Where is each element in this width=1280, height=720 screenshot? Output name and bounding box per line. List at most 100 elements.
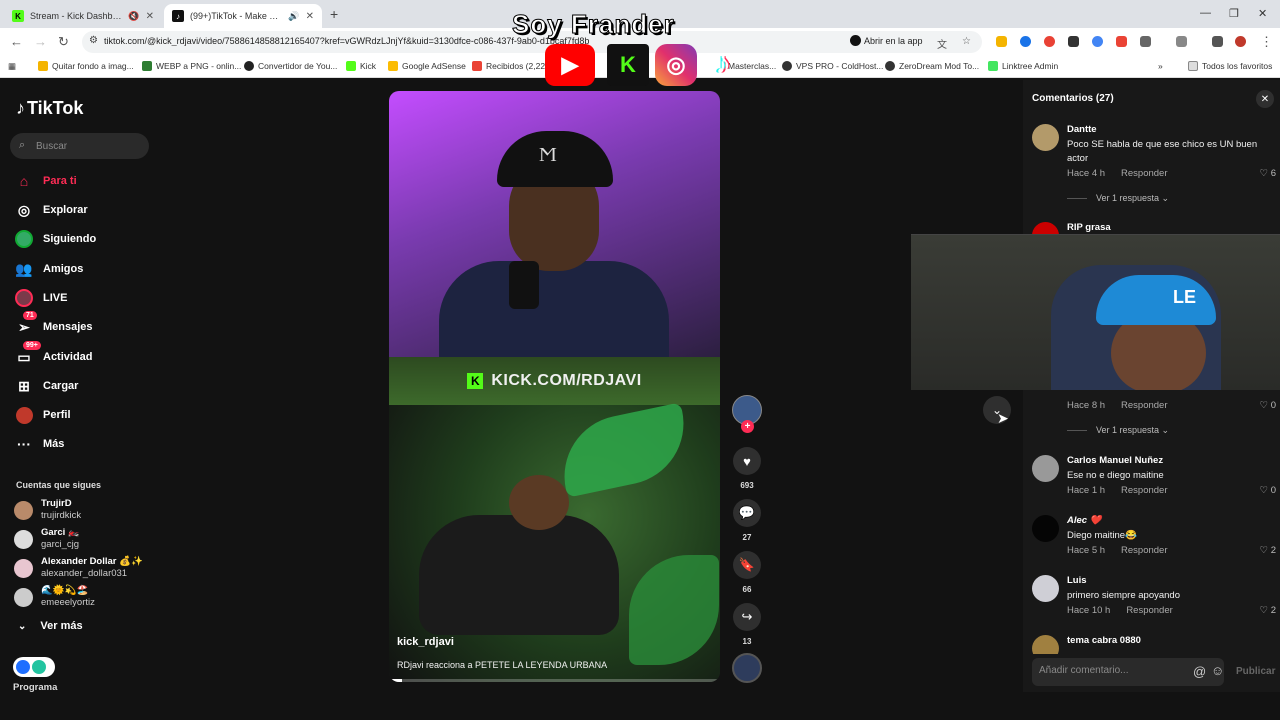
comment-input[interactable] (1039, 665, 1179, 676)
comment-author[interactable]: RIP grasa (1067, 222, 1111, 233)
extensions-puzzle-icon[interactable] (1140, 36, 1151, 47)
comment-author[interactable]: Carlos Manuel Nuñez (1067, 455, 1163, 466)
music-disc[interactable] (732, 653, 762, 683)
nav-mas[interactable]: ··· Más (14, 433, 64, 455)
nav-actividad[interactable]: ▭ 99+ Actividad (14, 341, 93, 368)
bookmark-item[interactable]: Convertidor de You... (244, 61, 337, 71)
extension-icon[interactable] (1068, 36, 1079, 47)
forward-icon[interactable]: → (34, 34, 47, 49)
reply-button[interactable]: Responder (1121, 168, 1167, 179)
avatar[interactable] (1032, 124, 1059, 151)
reply-button[interactable]: Responder (1121, 545, 1167, 556)
reload-icon[interactable]: ↻ (58, 34, 69, 50)
close-icon[interactable]: ✕ (1256, 90, 1274, 108)
view-replies-button[interactable]: Ver 1 respuesta ⌄ (1067, 193, 1169, 204)
video-progress-bar[interactable] (389, 679, 720, 682)
nav-amigos[interactable]: 👥 Amigos (14, 258, 83, 280)
bookmark-item[interactable]: Kick (346, 61, 376, 71)
tab-kick-dashboard[interactable]: K Stream - Kick Dashboard 🔇 ✕ (4, 4, 162, 28)
reply-button[interactable]: Responder (1126, 605, 1172, 616)
comment-like-button[interactable]: ♡ 6 (1260, 168, 1276, 179)
nav-cargar[interactable]: ⊞ Cargar (14, 375, 78, 397)
tiktok-logo[interactable]: ♪ TikTok (16, 98, 83, 119)
comment-text: primero siempre apoyando (1067, 590, 1181, 601)
comment-author[interactable]: Alec ❤️ (1067, 515, 1102, 526)
apps-icon[interactable]: ▦ (8, 61, 16, 72)
nav-explorar[interactable]: ◎ Explorar (14, 199, 88, 221)
like-button[interactable]: ♥ (733, 447, 761, 475)
site-info-icon[interactable]: ⚙ (89, 35, 98, 46)
reply-button[interactable]: Responder (1121, 485, 1167, 496)
bookmark-star-icon[interactable]: ☆ (962, 36, 971, 47)
close-window-button[interactable]: ✕ (1258, 7, 1267, 20)
video-player[interactable]: Ϻ K KICK.COM/RDJAVI kick_rdjavi RDjavi r… (389, 91, 720, 682)
minimize-button[interactable]: — (1200, 7, 1211, 19)
audio-icon[interactable]: 🔊 (288, 11, 299, 22)
avatar[interactable] (1032, 575, 1059, 602)
mention-icon[interactable]: @ (1193, 664, 1206, 679)
restore-button[interactable]: ❐ (1229, 7, 1239, 20)
avatar (14, 559, 33, 578)
comment-author[interactable]: Luis (1067, 575, 1087, 586)
open-in-app-button[interactable]: Abrir en la app (850, 35, 923, 46)
comment-author[interactable]: tema cabra 0880 (1067, 635, 1141, 646)
follow-plus-button[interactable]: + (741, 420, 754, 433)
comment-item: Alec ❤️ Diego maitine😂 Hace 5 h Responder… (1032, 515, 1276, 565)
program-label[interactable]: Programa (13, 682, 57, 693)
extension-icon[interactable] (1044, 36, 1055, 47)
nav-para-ti[interactable]: ⌂ Para ti (14, 170, 77, 192)
menu-icon[interactable]: ⋮ (1260, 34, 1273, 50)
nav-siguiendo[interactable]: Siguiendo (14, 228, 96, 250)
avatar[interactable] (1032, 515, 1059, 542)
bookmark-item[interactable]: ZeroDream Mod To... (885, 61, 979, 71)
back-icon[interactable]: ← (10, 34, 23, 49)
tab-tiktok[interactable]: ♪ (99+)TikTok - Make Your Da 🔊 ✕ (164, 4, 322, 28)
close-tab-icon[interactable]: ✕ (306, 11, 314, 22)
save-button[interactable]: 🔖 (733, 551, 761, 579)
comment-author[interactable]: Dantte (1067, 124, 1097, 135)
nav-perfil[interactable]: Perfil (14, 404, 71, 426)
program-pill[interactable] (13, 657, 55, 677)
adblock-icon[interactable] (1116, 36, 1127, 47)
search-box[interactable]: ⌕ (10, 133, 149, 159)
close-tab-icon[interactable]: ✕ (146, 11, 154, 22)
nav-live[interactable]: LIVE (14, 287, 67, 309)
bookmark-item[interactable]: VPS PRO - ColdHost... (782, 61, 883, 71)
post-comment-button[interactable]: Publicar (1236, 666, 1275, 677)
nav-label: Perfil (43, 409, 71, 421)
cast-icon[interactable] (1176, 36, 1187, 47)
video-author[interactable]: kick_rdjavi (397, 636, 454, 648)
bookmark-item[interactable]: Google AdSense (388, 61, 466, 71)
nav-mensajes[interactable]: ➢ 71 Mensajes (14, 311, 93, 338)
all-bookmarks-folder[interactable]: Todos los favoritos (1188, 61, 1272, 71)
downloads-icon[interactable] (1212, 36, 1223, 47)
reply-button[interactable]: Responder (1121, 400, 1167, 411)
bookmark-item[interactable]: Quitar fondo a imag... (38, 61, 134, 71)
avatar[interactable] (1032, 455, 1059, 482)
view-replies-button[interactable]: Ver 1 respuesta ⌄ (1067, 425, 1169, 436)
extension-icon[interactable] (996, 36, 1007, 47)
bookmark-item[interactable]: Linktree Admin (988, 61, 1058, 71)
comment-time: Hace 4 h (1067, 168, 1106, 179)
mute-icon[interactable]: 🔇 (128, 11, 139, 22)
new-tab-button[interactable]: + (330, 6, 338, 22)
profile-avatar[interactable] (1235, 36, 1246, 47)
tiktok-icon: ♪ (715, 47, 731, 80)
translate-icon[interactable]: 文 (937, 36, 947, 51)
see-more-button[interactable]: ⌄ Ver más (18, 620, 83, 632)
comment-button[interactable]: 💬 (733, 499, 761, 527)
bookmarks-overflow-icon[interactable]: » (1158, 61, 1163, 71)
comment-like-button[interactable]: ♡ 2 (1260, 545, 1276, 556)
extension-icon[interactable] (1020, 36, 1031, 47)
comment-like-button[interactable]: ♡ 2 (1260, 605, 1276, 616)
comment-input-box[interactable]: @ ☺ (1032, 658, 1224, 686)
emoji-icon[interactable]: ☺ (1211, 663, 1224, 678)
search-input[interactable] (36, 138, 144, 154)
comment-like-button[interactable]: ♡ 0 (1260, 400, 1276, 411)
comment-like-button[interactable]: ♡ 0 (1260, 485, 1276, 496)
tiktok-app-icon (850, 35, 861, 46)
bookmark-item[interactable]: Recibidos (2,229) (472, 61, 553, 71)
share-button[interactable]: ↪ (733, 603, 761, 631)
extension-icon[interactable] (1092, 36, 1103, 47)
bookmark-item[interactable]: WEBP a PNG - onlin... (142, 61, 241, 71)
